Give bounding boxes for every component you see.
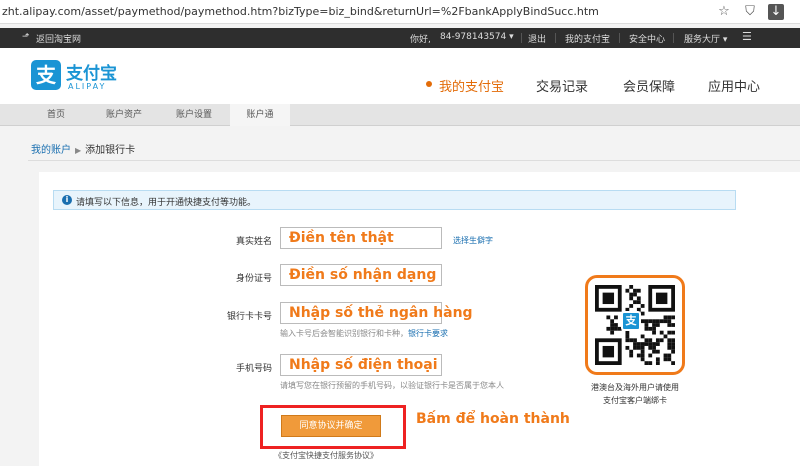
tab-account-settings[interactable]: 账户设置	[162, 104, 226, 126]
shield-icon[interactable]: ⛉	[742, 4, 758, 20]
name-label: 真实姓名	[235, 237, 272, 247]
card-hint-text: 输入卡号后会智能识别银行和卡种，	[280, 329, 408, 338]
nav-transactions[interactable]: 交易记录	[536, 76, 588, 95]
chevron-right-icon: ▶	[75, 146, 82, 155]
user-phone-menu[interactable]: 84-978143574 ▾	[440, 32, 514, 42]
service-hall-menu[interactable]: 服务大厅 ▾	[684, 32, 727, 45]
divider	[555, 33, 556, 43]
logo-subtitle: ALIPAY	[68, 82, 107, 91]
tab-account-pass[interactable]: 账户通	[230, 104, 290, 126]
top-bar: ⬏ 返回淘宝网 你好, 84-978143574 ▾ 退出 我的支付宝 安全中心…	[0, 28, 800, 48]
card-label: 银行卡卡号	[226, 312, 272, 322]
divider	[619, 33, 620, 43]
id-number-placeholder: Điền số nhận dạng	[289, 267, 437, 283]
agreement-link[interactable]: 《支付宝快捷支付服务协议》	[274, 450, 378, 461]
nav-app-center[interactable]: 应用中心	[708, 76, 760, 95]
download-icon[interactable]: ↓	[768, 4, 784, 20]
id-label: 身份证号	[235, 274, 272, 284]
card-number-placeholder: Nhập số thẻ ngân hàng	[289, 305, 473, 321]
my-alipay-link[interactable]: 我的支付宝	[565, 32, 610, 45]
notice-text: 请填写以下信息，用于开通快捷支付等功能。	[76, 198, 257, 208]
real-name-input[interactable]: Điền tên thật	[280, 227, 442, 249]
qr-caption-line1: 港澳台及海外用户请使用	[591, 383, 679, 392]
info-icon: i	[62, 195, 72, 205]
info-notice: i 请填写以下信息，用于开通快捷支付等功能。	[53, 190, 736, 210]
mobile-hint: 请填写您在银行预留的手机号码，以验证银行卡是否属于您本人	[280, 381, 504, 390]
active-dot-icon	[426, 81, 432, 87]
agreement-link-text[interactable]: 《支付宝快捷支付服务协议》	[274, 451, 378, 460]
back-to-taobao-link[interactable]: 返回淘宝网	[36, 32, 81, 45]
security-center-link[interactable]: 安全中心	[629, 32, 665, 45]
card-number-input[interactable]: Nhập số thẻ ngân hàng	[280, 302, 473, 324]
tab-account-assets[interactable]: 账户资产	[92, 104, 156, 126]
sub-nav: 首页 账户资产 账户设置 账户通	[0, 104, 800, 126]
qr-caption-line2: 支付宝客户端绑卡	[603, 396, 667, 405]
browser-url-bar[interactable]: zht.alipay.com/asset/paymethod/paymethod…	[0, 0, 800, 24]
divider	[521, 33, 522, 43]
greeting-text: 你好,	[410, 35, 431, 45]
logout-link[interactable]: 退出	[528, 32, 546, 45]
breadcrumb-my-account[interactable]: 我的账户	[31, 145, 71, 156]
card-requirements-link[interactable]: 银行卡要求	[408, 329, 448, 338]
menu-icon[interactable]: ☰	[742, 30, 752, 43]
qr-alipay-icon: 支	[621, 311, 641, 331]
mobile-label: 手机号码	[235, 364, 272, 374]
nav-member-protection[interactable]: 会员保障	[623, 76, 675, 95]
breadcrumb: 我的账户 ▶ 添加银行卡	[31, 141, 135, 156]
divider	[673, 33, 674, 43]
real-name-placeholder: Điền tên thật	[289, 230, 394, 246]
star-icon[interactable]: ☆	[716, 4, 732, 20]
submit-annotation: Bấm để hoàn thành	[416, 411, 570, 427]
card-hint: 输入卡号后会智能识别银行和卡种，银行卡要求	[280, 328, 448, 339]
breadcrumb-current: 添加银行卡	[85, 145, 136, 156]
nav-my-alipay[interactable]: 我的支付宝	[439, 76, 504, 95]
mobile-placeholder: Nhập số điện thoại	[289, 357, 438, 373]
logo-title: 支付宝	[66, 64, 117, 84]
agree-and-confirm-button[interactable]: 同意协议并确定	[281, 415, 381, 437]
mobile-input[interactable]: Nhập số điện thoại	[280, 354, 442, 376]
url-text[interactable]: zht.alipay.com/asset/paymethod/paymethod…	[2, 5, 599, 18]
site-header: 支 支付宝 ALIPAY 我的支付宝 交易记录 会员保障 应用中心	[0, 48, 800, 104]
qr-code-frame: 支	[585, 275, 685, 375]
breadcrumb-divider	[28, 160, 800, 161]
rare-character-link[interactable]: 选择生僻字	[453, 235, 493, 246]
tab-home[interactable]: 首页	[28, 104, 84, 126]
back-arrow-icon: ⬏	[22, 32, 30, 42]
alipay-logo-icon[interactable]: 支	[31, 60, 61, 90]
id-number-input[interactable]: Điền số nhận dạng	[280, 264, 442, 286]
